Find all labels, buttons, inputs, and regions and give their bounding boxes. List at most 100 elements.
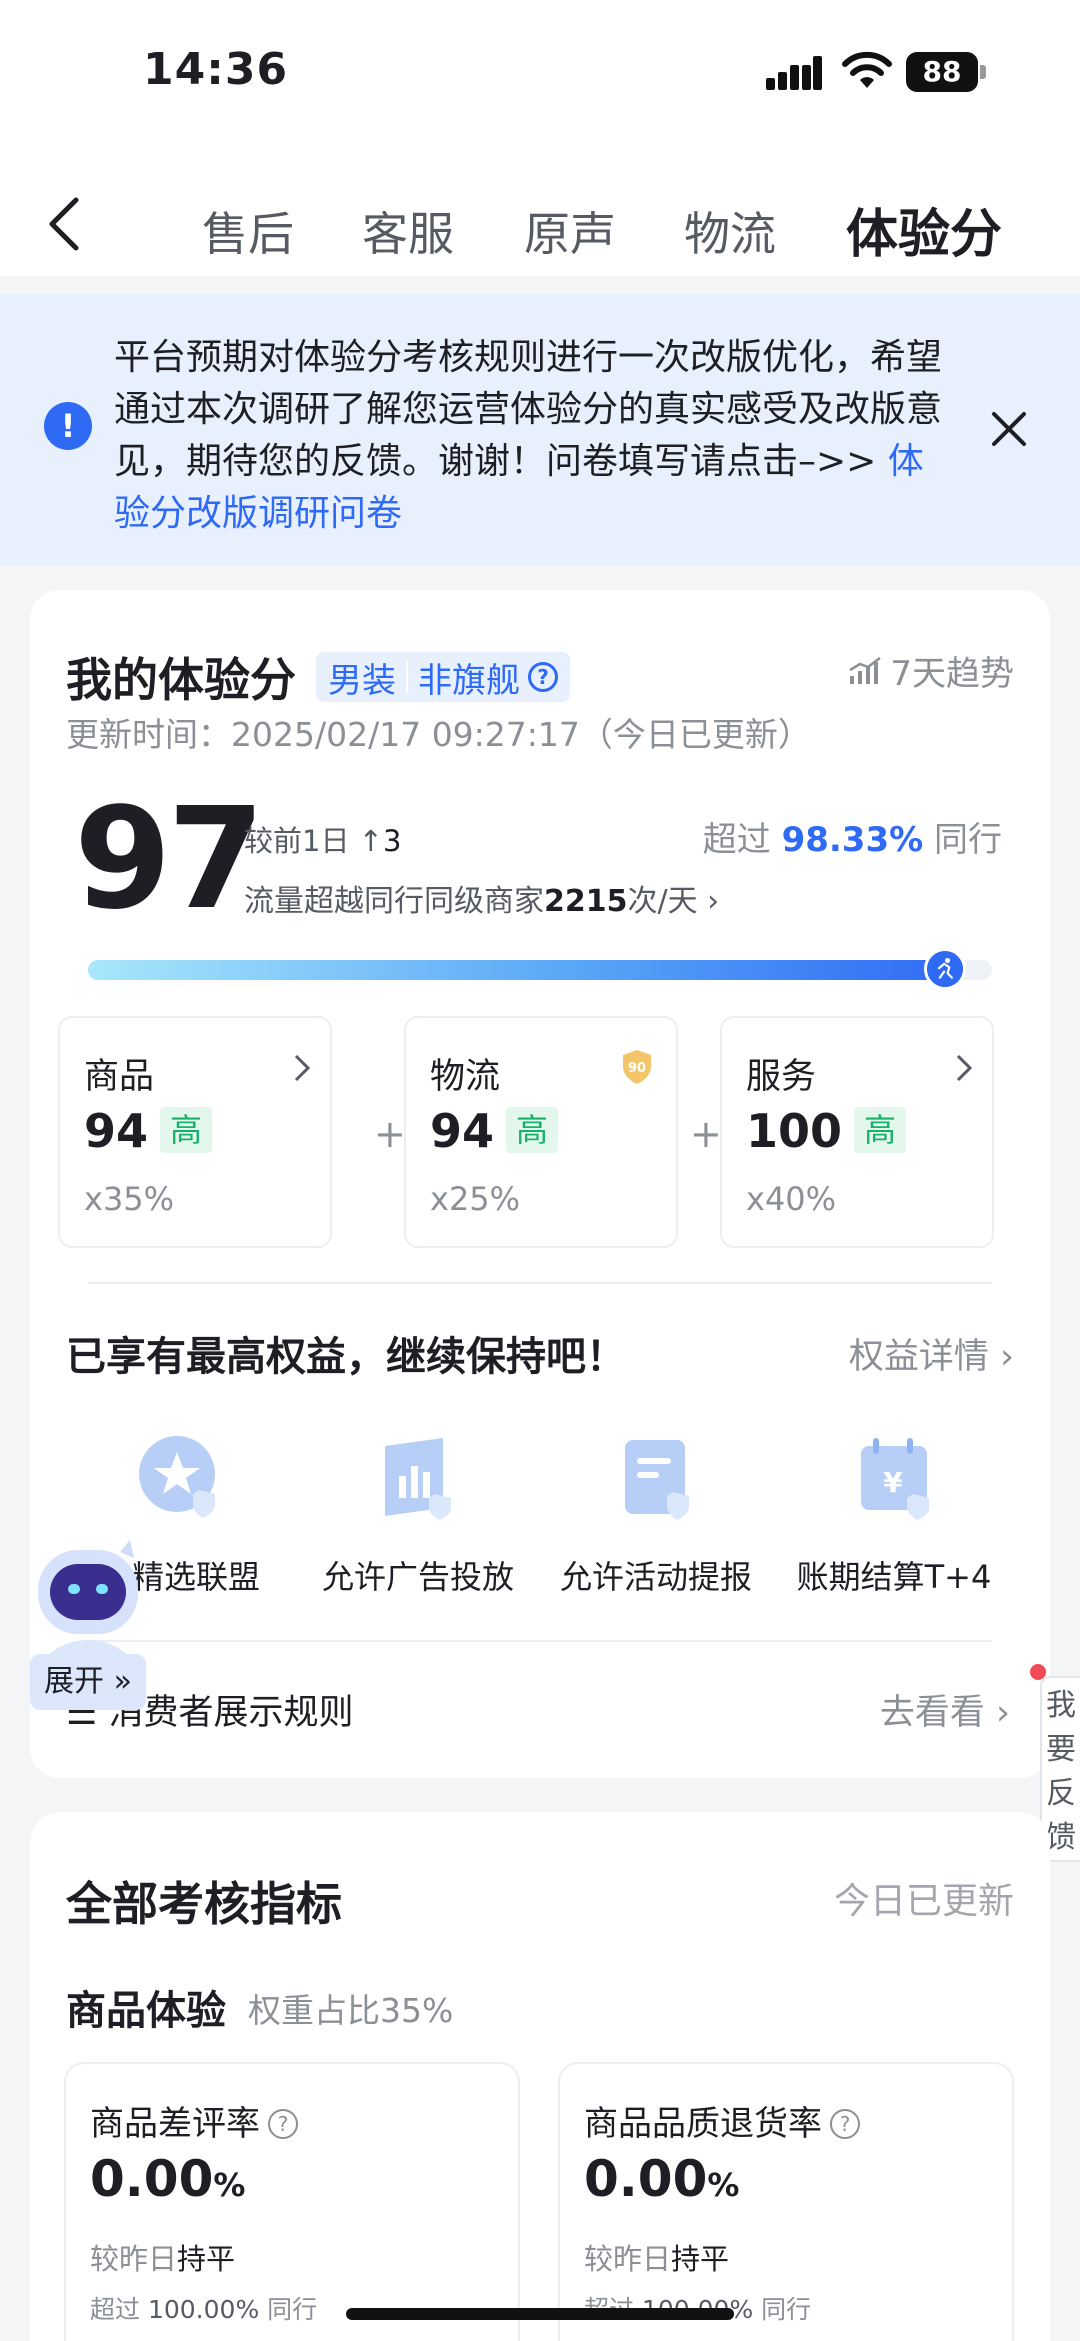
traffic-prefix: 流量超越同行同级商家 [244, 884, 544, 919]
metric-name-text: 商品品质退货率 [584, 2104, 822, 2144]
benefit-title: 已享有最高权益，继续保持吧！ [66, 1334, 626, 1380]
traffic-suffix: 次/天 [627, 884, 698, 919]
divider [88, 1640, 992, 1642]
exceed-prefix: 超过 [90, 2295, 141, 2324]
metric-name: 商品品质退货率? [584, 2096, 860, 2145]
benefit-item[interactable]: 允许广告投放 [298, 1432, 538, 1598]
arrow-up-icon: ↑ [358, 824, 383, 858]
metric-number: 0.00 [584, 2150, 708, 2208]
metric-compare: 较昨日持平 [584, 2236, 729, 2278]
subscore-number: 94 [84, 1104, 149, 1158]
expand-label: 展开 [44, 1664, 105, 1699]
metric-unit: % [707, 2166, 740, 2204]
compare-value: 持平 [177, 2242, 236, 2276]
compare-label: 较前1日 [244, 824, 350, 858]
shield-badge-value: 90 [628, 1061, 646, 1076]
benefit-item[interactable]: ¥ 账期结算T+4 [774, 1432, 1014, 1598]
metric-card-quality-return[interactable]: 商品品质退货率? 0.00% 较昨日持平 超过 100.00% 同行 [558, 2062, 1014, 2341]
battery-icon: 88 [906, 52, 986, 92]
question-icon[interactable]: ? [268, 2109, 298, 2139]
group-weight: 权重占比35% [248, 1991, 454, 2030]
level-badge: 高 [160, 1107, 213, 1153]
metric-compare: 较昨日持平 [90, 2236, 235, 2278]
metrics-title: 全部考核指标 [66, 1877, 342, 1931]
compare-value: 持平 [671, 2242, 730, 2276]
plus-sign: + [374, 1112, 406, 1156]
score-progress-fill [88, 960, 965, 980]
tab-experience-score[interactable]: 体验分 [846, 192, 1002, 267]
metric-number: 0.00 [90, 2150, 214, 2208]
info-icon: ! [44, 402, 92, 450]
divider [88, 1282, 992, 1284]
trend-link[interactable]: 7天趋势 [848, 646, 1014, 695]
metrics-updated: 今日已更新 [833, 1881, 1014, 1922]
feedback-label: 我要反馈 [1046, 1688, 1076, 1855]
star-badge-icon [139, 1436, 215, 1518]
score-card-title: 我的体验分 [66, 653, 296, 707]
score-change: 较前1日 ↑3 [244, 818, 401, 860]
cellular-signal-icon [766, 56, 822, 90]
store-category-tag[interactable]: 男装 非旗舰 ? [316, 652, 570, 702]
subscore-value: 94 高 [430, 1104, 559, 1158]
wifi-icon [842, 51, 892, 88]
metric-card-negative-review[interactable]: 商品差评率? 0.00% 较昨日持平 超过 100.00% 同行 [64, 2062, 520, 2341]
chevron-right-icon: › [996, 1693, 1010, 1733]
close-icon[interactable] [986, 406, 1032, 452]
compare-label: 较昨日 [90, 2242, 178, 2276]
traffic-link[interactable]: 流量超越同行同级商家2215次/天 › [244, 876, 719, 920]
metric-unit: % [213, 2166, 246, 2204]
total-score: 97 [74, 778, 265, 941]
activity-doc-icon [625, 1440, 689, 1520]
tab-aftersale[interactable]: 售后 [202, 198, 294, 264]
subscore-value: 94 高 [84, 1104, 213, 1158]
exceed-suffix: 同行 [761, 2295, 812, 2324]
subscore-product[interactable]: 商品 94 高 x35% [58, 1016, 332, 1248]
metric-value: 0.00% [90, 2150, 245, 2208]
peer-exceed: 超过 98.33% 同行 [703, 812, 1002, 861]
question-icon[interactable]: ? [528, 662, 558, 692]
exceed-percent: 98.33% [781, 820, 924, 860]
store-type-label: 非旗舰 [418, 660, 520, 701]
top-nav: 售后 客服 原声 物流 体验分 [0, 150, 1080, 276]
chevron-right-icon [956, 1054, 973, 1082]
traffic-value: 2215 [544, 884, 628, 919]
score-card: 我的体验分 男装 非旗舰 ? 7天趋势 更新时间：2025/02/17 09:2… [30, 590, 1050, 1778]
group-title: 商品体验 [66, 1988, 226, 2034]
compare-value: 3 [382, 824, 402, 858]
subscore-number: 100 [746, 1104, 843, 1158]
score-progress-bar [88, 960, 992, 980]
category-label: 男装 [328, 660, 396, 701]
subscore-service[interactable]: 服务 100 高 x40% [720, 1016, 994, 1248]
metric-name: 商品差评率? [90, 2096, 298, 2145]
question-icon[interactable]: ? [830, 2109, 860, 2139]
metric-exceed: 超过 100.00% 同行 [90, 2290, 317, 2326]
subscore-logistics[interactable]: 物流 90 94 高 x25% [404, 1016, 678, 1248]
back-arrow-icon[interactable] [40, 194, 90, 254]
home-indicator [346, 2308, 734, 2320]
notice-text: 平台预期对体验分考核规则进行一次改版优化，希望通过本次调研了解您运营体验分的真实… [114, 332, 954, 540]
shield-badge-icon: 90 [623, 1050, 651, 1084]
chevron-down-double-icon: » [113, 1664, 132, 1699]
chevron-right-icon: › [1000, 1337, 1014, 1377]
notice-body: 平台预期对体验分考核规则进行一次改版优化，希望通过本次调研了解您运营体验分的真实… [114, 337, 943, 482]
exceed-suffix: 同行 [934, 820, 1002, 860]
benefit-label: 账期结算T+4 [796, 1558, 992, 1596]
update-time: 更新时间：2025/02/17 09:27:17（今日已更新） [66, 715, 811, 754]
metric-name-text: 商品差评率 [90, 2104, 260, 2144]
benefit-detail-link[interactable]: 权益详情 › [849, 1328, 1014, 1379]
metric-value: 0.00% [584, 2150, 739, 2208]
trend-label: 7天趋势 [890, 654, 1014, 694]
score-title-row: 我的体验分 男装 非旗舰 ? [66, 644, 570, 710]
expand-button[interactable]: 展开 » [30, 1654, 146, 1710]
subscore-number: 94 [430, 1104, 495, 1158]
tab-customer-service[interactable]: 客服 [362, 198, 454, 264]
status-bar: 14:36 88 [0, 0, 1080, 150]
tab-voice[interactable]: 原声 [524, 198, 616, 264]
svg-text:¥: ¥ [883, 1466, 903, 1499]
tab-logistics[interactable]: 物流 [684, 198, 776, 264]
subscore-name: 商品 [84, 1057, 155, 1097]
battery-level: 88 [906, 52, 978, 92]
ad-chart-icon [385, 1438, 451, 1520]
rule-go-link[interactable]: 去看看 › [880, 1684, 1010, 1735]
benefit-item[interactable]: 允许活动提报 [536, 1432, 776, 1598]
